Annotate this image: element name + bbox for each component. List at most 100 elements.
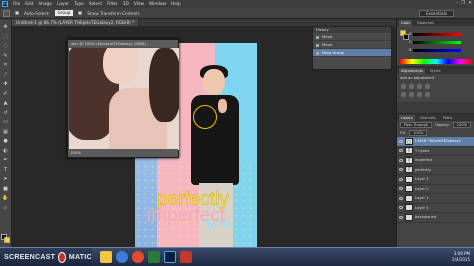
visibility-eye-icon[interactable] xyxy=(399,139,403,143)
blur-tool-icon[interactable]: ● xyxy=(2,137,10,145)
lasso-tool-icon[interactable]: ◌ xyxy=(2,42,10,50)
shape-tool-icon[interactable]: ■ xyxy=(2,185,10,193)
color-balance-icon[interactable] xyxy=(409,92,414,97)
system-clock[interactable]: 3:00 PM 2/4/2015 xyxy=(446,251,470,263)
layer-row[interactable]: T T hyoho xyxy=(397,147,474,156)
path-select-tool-icon[interactable]: ➤ xyxy=(2,175,10,183)
tab-color[interactable]: Color xyxy=(399,19,413,26)
visibility-eye-icon[interactable] xyxy=(399,168,403,172)
browser-icon[interactable] xyxy=(116,251,128,263)
visibility-eye-icon[interactable] xyxy=(399,187,403,191)
healing-tool-icon[interactable]: ✚ xyxy=(2,80,10,88)
layers-panel-tabs: Layers Channels Paths xyxy=(397,114,474,121)
menu-3d[interactable]: 3D xyxy=(123,2,129,7)
exposure-icon[interactable] xyxy=(425,84,430,89)
layer-name: perfectly xyxy=(415,167,431,172)
menu-file[interactable]: File xyxy=(13,2,20,7)
transform-controls-checkbox[interactable] xyxy=(78,11,83,15)
photoshop-taskbar-icon[interactable] xyxy=(164,251,176,263)
red-slider[interactable] xyxy=(413,33,461,36)
screen-recorder-icon[interactable] xyxy=(180,251,192,263)
tab-channels[interactable]: Channels xyxy=(418,115,438,121)
menu-select[interactable]: Select xyxy=(89,2,102,7)
dodge-tool-icon[interactable]: ◐ xyxy=(2,147,10,155)
tab-swatches[interactable]: Swatches xyxy=(415,20,436,26)
history-step[interactable]: Move xyxy=(313,41,391,49)
close-icon[interactable]: ✕ xyxy=(468,1,472,6)
menu-image[interactable]: Image xyxy=(39,2,52,7)
history-brush-tool-icon[interactable]: ↺ xyxy=(2,109,10,117)
menu-help[interactable]: Help xyxy=(171,2,181,7)
restore-icon[interactable]: ❐ xyxy=(461,1,465,6)
photo-filter-icon[interactable] xyxy=(425,92,430,97)
file-explorer-icon[interactable] xyxy=(100,251,112,263)
floating-document-window[interactable]: wer @ 100% (MyopHoTEGalaxy) (GB/8) 100% xyxy=(67,39,179,158)
levels-icon[interactable] xyxy=(409,84,414,89)
layer-row[interactable]: T imperfect xyxy=(397,156,474,166)
hand-tool-icon[interactable]: ✋ xyxy=(2,194,10,202)
menu-filter[interactable]: Filter xyxy=(107,2,118,7)
auto-select-checkbox[interactable] xyxy=(15,11,19,15)
clone-stamp-tool-icon[interactable]: ▲ xyxy=(2,99,10,107)
visibility-eye-icon[interactable] xyxy=(399,177,403,181)
gradient-tool-icon[interactable]: ▦ xyxy=(2,128,10,136)
quick-select-tool-icon[interactable]: ✎ xyxy=(2,52,10,60)
layer-row[interactable]: Layer 1 xyxy=(397,194,474,204)
black-white-icon[interactable] xyxy=(417,92,422,97)
move-tool-preset-icon[interactable] xyxy=(3,9,10,17)
menu-type[interactable]: Type xyxy=(74,2,84,7)
type-tool-icon[interactable]: T xyxy=(2,166,10,174)
brightness-contrast-icon[interactable] xyxy=(401,84,406,89)
blue-slider[interactable] xyxy=(413,49,461,52)
layer-row-selected[interactable]: □ LAYER THEpHoTEGalaxy2 xyxy=(397,137,474,147)
pen-tool-icon[interactable]: ✒ xyxy=(2,156,10,164)
history-step-selected[interactable]: Drop Group xyxy=(313,49,391,57)
visibility-eye-icon[interactable] xyxy=(399,215,403,219)
tab-styles[interactable]: Styles xyxy=(428,68,443,74)
crop-tool-icon[interactable]: ⌗ xyxy=(2,61,10,69)
workspace-switcher[interactable]: Essentials xyxy=(419,10,454,17)
fill-input[interactable]: 100% xyxy=(409,130,428,136)
layer-row[interactable]: T perfectly xyxy=(397,166,474,175)
hue-saturation-icon[interactable] xyxy=(401,92,406,97)
brush-tool-icon[interactable]: ✐ xyxy=(2,90,10,98)
photo-hair-right xyxy=(149,48,179,122)
zoom-tool-icon[interactable]: ⌕ xyxy=(2,204,10,212)
history-panel: History Move Move Drop Group xyxy=(312,26,392,70)
media-player-icon[interactable] xyxy=(148,251,160,263)
marquee-tool-icon[interactable]: ⬚ xyxy=(2,33,10,41)
chrome-icon[interactable] xyxy=(132,251,144,263)
eraser-tool-icon[interactable]: ▭ xyxy=(2,118,10,126)
layer-row[interactable]: Layer 2 xyxy=(397,185,474,194)
eyedropper-tool-icon[interactable]: ⁄ xyxy=(2,71,10,79)
tab-paths[interactable]: Paths xyxy=(441,115,455,121)
layer-row[interactable]: background xyxy=(397,213,474,223)
minimize-icon[interactable]: – xyxy=(456,1,458,6)
opacity-input[interactable]: 100% xyxy=(452,122,472,128)
tab-layers[interactable]: Layers xyxy=(399,114,415,121)
menu-window[interactable]: Window xyxy=(149,2,166,7)
color-spectrum-bar[interactable] xyxy=(400,59,472,64)
transform-controls-label: Show Transform Controls xyxy=(87,10,140,16)
tab-untitled-1[interactable]: Untitled-1 @ 66.7% (LAYER THEpHoTEGalaxy… xyxy=(12,19,140,26)
visibility-eye-icon[interactable] xyxy=(399,196,403,200)
auto-select-dropdown[interactable]: Group xyxy=(54,10,74,16)
visibility-eye-icon[interactable] xyxy=(399,149,403,153)
move-tool-icon[interactable]: ✥ xyxy=(2,23,10,31)
green-slider[interactable] xyxy=(413,41,461,44)
color-panel: R G B xyxy=(397,26,474,66)
layer-thumbnail: T xyxy=(405,147,413,155)
menu-edit[interactable]: Edit xyxy=(25,2,33,7)
layer-row[interactable]: Layer 3 xyxy=(397,175,474,185)
menu-layer[interactable]: Layer xyxy=(57,2,69,7)
blend-mode-dropdown[interactable]: Pass Through xyxy=(400,122,433,128)
history-step[interactable]: Move xyxy=(313,33,391,41)
visibility-eye-icon[interactable] xyxy=(399,158,403,162)
tab-adjustments[interactable]: Adjustments xyxy=(399,67,425,74)
curves-icon[interactable] xyxy=(417,84,422,89)
floating-window-title[interactable]: wer @ 100% (MyopHoTEGalaxy) (GB/8) xyxy=(68,40,178,47)
visibility-eye-icon[interactable] xyxy=(399,206,403,210)
layer-row[interactable]: Layer 4 xyxy=(397,204,474,213)
background-color-swatch[interactable] xyxy=(4,237,10,243)
menu-view[interactable]: View xyxy=(134,2,144,7)
